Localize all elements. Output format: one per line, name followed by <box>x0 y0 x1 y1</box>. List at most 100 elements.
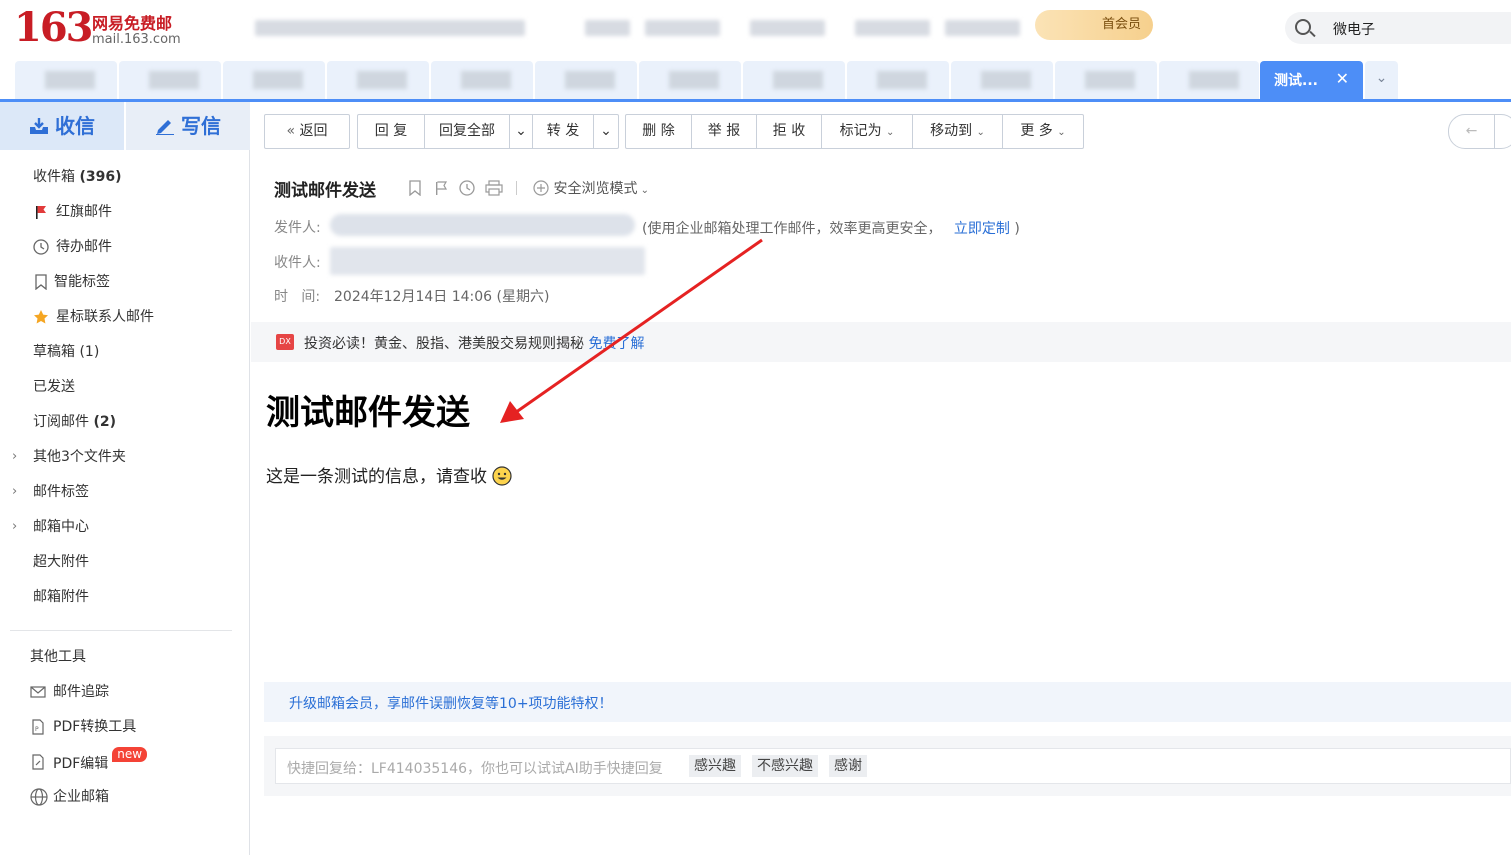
reject-button[interactable]: 拒 收 <box>757 115 821 148</box>
tab-current-email[interactable]: 测试... ✕ <box>1260 61 1363 99</box>
promo-banner: 升级邮箱会员，享邮件误删恢复等10+项功能特权！ <box>264 682 1511 722</box>
chevron-right-icon[interactable]: › <box>12 512 17 542</box>
folder-other-folders[interactable]: › 其他3个文件夹 <box>0 442 248 472</box>
bookmark-icon[interactable] <box>407 180 423 196</box>
arrow-left-icon[interactable]: ← <box>1449 115 1494 148</box>
sender-address-redacted[interactable] <box>330 214 635 236</box>
safe-mode-label: 安全浏览模式 <box>553 181 638 197</box>
folder-label: 智能标签 <box>54 274 110 290</box>
write-label: 写信 <box>181 114 221 138</box>
folder-label: 红旗邮件 <box>56 204 112 220</box>
safe-mode-toggle[interactable]: 安全浏览模式 ⌄ <box>533 178 649 198</box>
more-dropdown[interactable]: 更 多 ⌄ <box>1003 115 1083 148</box>
mark-as-dropdown[interactable]: 标记为 ⌄ <box>822 115 912 148</box>
pencil-icon <box>156 120 174 136</box>
folder-mailbox-attachments[interactable]: 邮箱附件 <box>0 582 248 612</box>
reply-all-button[interactable]: 回复全部 <box>425 115 509 148</box>
folder-inbox[interactable]: 收件箱 (396) <box>0 162 248 192</box>
print-icon[interactable] <box>485 180 503 196</box>
reply-button[interactable]: 回 复 <box>358 115 424 148</box>
logo-number[interactable]: 163 <box>14 4 93 51</box>
report-button[interactable]: 举 报 <box>692 115 756 148</box>
blurred-nav-item[interactable] <box>645 20 720 36</box>
tab-current-label: 测试... <box>1274 73 1318 89</box>
ad-logo-icon: DX <box>276 334 294 350</box>
mark-as-label: 标记为 <box>839 123 882 139</box>
search-box[interactable]: 微电子 <box>1285 12 1511 44</box>
tab-blurred[interactable] <box>327 61 429 99</box>
tool-mail-tracking[interactable]: 邮件追踪 <box>0 677 248 707</box>
folder-label: 已发送 <box>33 379 75 395</box>
folder-todo[interactable]: 待办邮件 <box>0 232 248 262</box>
forward-button[interactable]: 转 发 <box>533 115 593 148</box>
folder-mailbox-center[interactable]: › 邮箱中心 <box>0 512 248 542</box>
draft-count: (1) <box>79 344 100 360</box>
move-to-dropdown[interactable]: 移动到 ⌄ <box>913 115 1002 148</box>
quick-reply-box[interactable]: 快捷回复给：LF414035146，你也可以试试AI助手快捷回复 感兴趣 不感兴… <box>275 748 1511 784</box>
tab-blurred[interactable] <box>743 61 845 99</box>
back-button[interactable]: « 返回 <box>264 114 350 149</box>
vip-button[interactable]: 首会员 <box>1035 10 1153 40</box>
chevron-right-icon[interactable]: › <box>12 442 17 472</box>
tools-heading: 其他工具 <box>0 642 248 672</box>
folder-drafts[interactable]: 草稿箱 (1) <box>0 337 248 367</box>
back-label: 返回 <box>299 123 328 139</box>
folder-red-flag[interactable]: 红旗邮件 <box>0 197 248 227</box>
customize-link[interactable]: 立即定制 <box>954 221 1010 237</box>
svg-text:P: P <box>35 726 39 733</box>
chevron-right-icon[interactable]: › <box>12 477 17 507</box>
close-icon[interactable]: ✕ <box>1336 69 1349 88</box>
tab-blurred[interactable] <box>951 61 1053 99</box>
pdf-file-icon: P <box>32 719 44 735</box>
folder-subscriptions[interactable]: 订阅邮件 (2) <box>0 407 248 437</box>
flag-icon[interactable] <box>433 180 449 196</box>
blurred-nav-item[interactable] <box>750 20 825 36</box>
receive-button[interactable]: 收信 <box>0 102 124 150</box>
blurred-nav-item[interactable] <box>855 20 930 36</box>
folder-sent[interactable]: 已发送 <box>0 372 248 402</box>
quick-reply-placeholder[interactable]: 快捷回复给：LF414035146，你也可以试试AI助手快捷回复 <box>287 758 663 778</box>
tool-enterprise-mail[interactable]: 企业邮箱 <box>0 782 248 812</box>
tab-blurred[interactable] <box>639 61 741 99</box>
body-text: 这是一条测试的信息，请查收 <box>266 467 487 487</box>
inbox-icon <box>30 118 48 134</box>
chevron-down-icon: ⌄ <box>637 185 650 196</box>
folder-label: 订阅邮件 <box>33 414 89 430</box>
tab-blurred[interactable] <box>847 61 949 99</box>
delete-button[interactable]: 删 除 <box>626 115 691 148</box>
blurred-nav-item[interactable] <box>945 20 1020 36</box>
tab-blurred[interactable] <box>223 61 325 99</box>
promo-link[interactable]: 升级邮箱会员，享邮件误删恢复等10+项功能特权！ <box>289 693 613 713</box>
blurred-nav-item[interactable] <box>585 20 630 36</box>
quick-chip-interested[interactable]: 感兴趣 <box>689 755 741 777</box>
clock-icon[interactable] <box>459 180 475 196</box>
reply-all-dropdown-icon[interactable]: ⌄ <box>510 115 532 148</box>
tab-strip: 测试... ✕ ⌄ <box>15 61 1400 99</box>
folder-mail-tags[interactable]: › 邮件标签 <box>0 477 248 507</box>
tab-blurred[interactable] <box>535 61 637 99</box>
write-button[interactable]: 写信 <box>126 102 250 150</box>
tab-blurred[interactable] <box>15 61 117 99</box>
quick-chip-not-interested[interactable]: 不感兴趣 <box>752 755 818 777</box>
search-icon[interactable] <box>1295 19 1311 35</box>
email-body-heading: 测试邮件发送 <box>266 393 470 433</box>
tab-blurred[interactable] <box>431 61 533 99</box>
forward-dropdown-icon[interactable]: ⌄ <box>594 115 618 148</box>
folder-large-attachments[interactable]: 超大附件 <box>0 547 248 577</box>
folder-smart-tags[interactable]: 智能标签 <box>0 267 248 297</box>
globe-icon <box>30 788 48 806</box>
clock-icon <box>33 239 49 255</box>
search-input[interactable]: 微电子 <box>1333 19 1375 39</box>
tab-blurred[interactable] <box>1055 61 1157 99</box>
tab-blurred[interactable] <box>119 61 221 99</box>
folder-label: 星标联系人邮件 <box>56 309 154 325</box>
folder-starred-contacts[interactable]: 星标联系人邮件 <box>0 302 248 332</box>
tool-pdf-edit[interactable]: PDF编辑new <box>0 747 248 777</box>
tab-blurred[interactable] <box>1159 61 1259 99</box>
logo-brand[interactable]: 网易免费邮 <box>92 10 172 34</box>
tab-overflow-button[interactable]: ⌄ <box>1365 61 1398 99</box>
quick-chip-thanks[interactable]: 感谢 <box>829 755 867 777</box>
tool-pdf-convert[interactable]: P PDF转换工具 <box>0 712 248 742</box>
folder-label: 草稿箱 <box>33 344 75 360</box>
more-label: 更 多 <box>1020 123 1053 139</box>
